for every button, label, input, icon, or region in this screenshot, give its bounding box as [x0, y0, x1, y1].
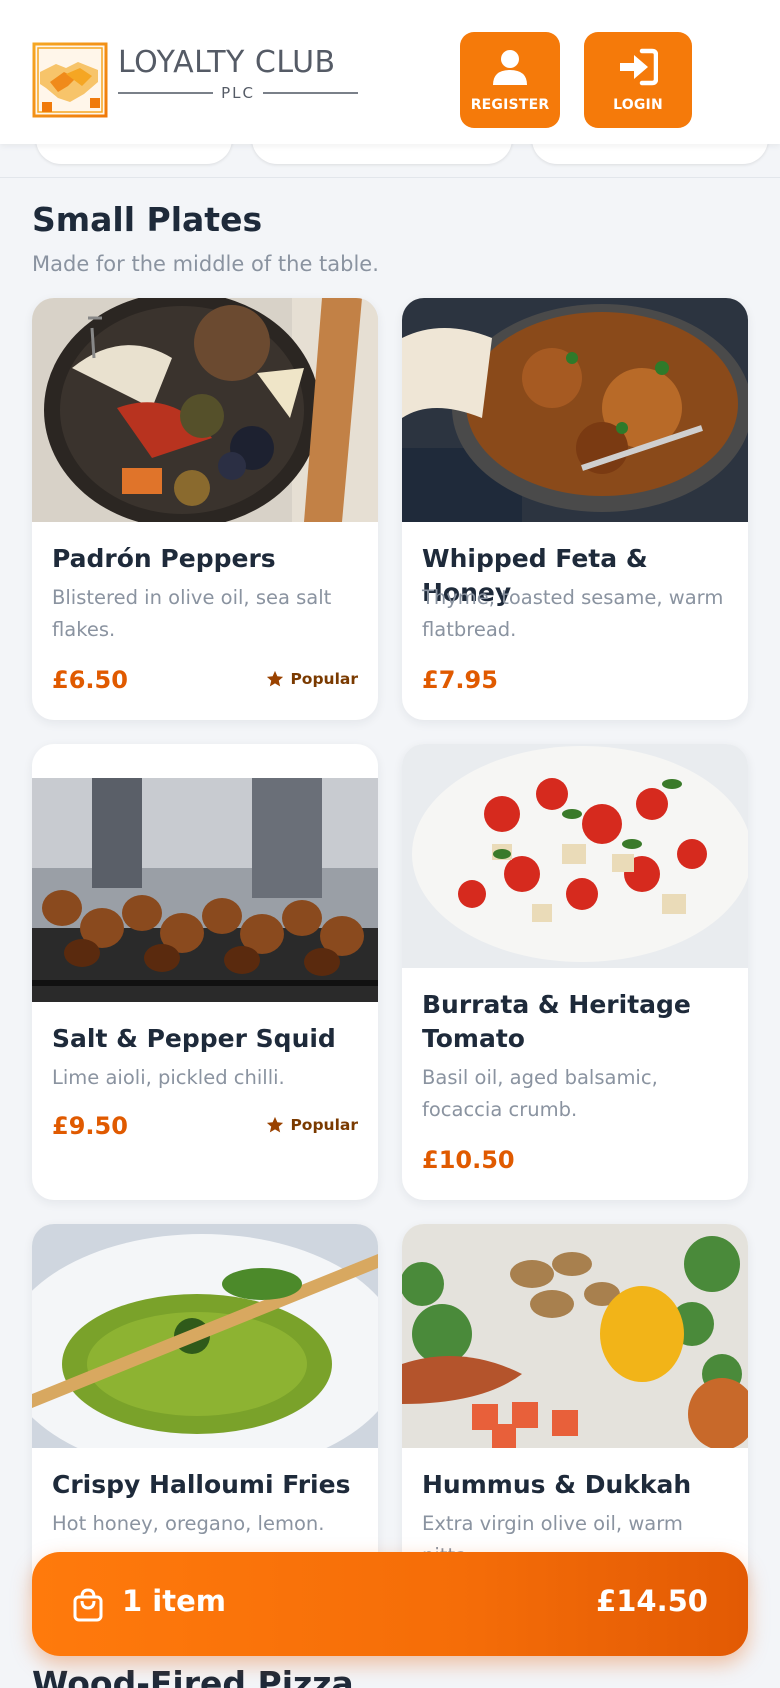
item-title: Hummus & Dukkah [422, 1470, 692, 1499]
login-label: LOGIN [613, 97, 663, 113]
item-title: Burrata & Heritage Tomato [422, 990, 691, 1053]
brand-name: LOYALTY CLUB [118, 45, 336, 80]
item-description: Hot honey, oregano, lemon. [52, 1512, 325, 1535]
cart-total: £14.50 [596, 1584, 708, 1618]
divider [262, 92, 359, 94]
brand-wordmark: LOYALTY CLUB PLC [118, 45, 359, 102]
menu-item-card[interactable]: Salt & Pepper Squid Lime aioli, pickled … [32, 744, 378, 1200]
register-button[interactable]: REGISTER [460, 32, 560, 128]
star-icon [267, 1116, 284, 1133]
user-icon [493, 50, 527, 85]
item-title: Salt & Pepper Squid [52, 1024, 336, 1053]
item-description: Thyme, toasted sesame, warm flatbread. [422, 586, 724, 641]
brand-suffix-row: PLC [118, 84, 359, 102]
item-price: £10.50 [422, 1146, 515, 1174]
popular-label: Popular [290, 670, 358, 688]
item-description: Basil oil, aged balsamic, focaccia crumb… [422, 1066, 658, 1121]
item-description: Lime aioli, pickled chilli. [52, 1066, 285, 1089]
menu-item-card[interactable]: Crispy Halloumi Fries Hot honey, oregano… [32, 1224, 378, 1604]
category-chip[interactable] [36, 144, 232, 164]
vegetables-image [402, 1224, 748, 1448]
tomato-salad-image [402, 744, 748, 968]
divider [118, 92, 214, 94]
section-subtitle: Made for the middle of the table. [32, 252, 379, 276]
popular-label: Popular [290, 1116, 358, 1134]
menu-item-card[interactable]: Whipped Feta & Honey Thyme, toasted sesa… [402, 298, 748, 720]
cart-item-count: 1 item [122, 1584, 226, 1618]
popular-badge: Popular [266, 670, 358, 688]
curry-pan-image [402, 298, 748, 522]
popular-badge: Popular [266, 1116, 358, 1134]
login-button[interactable]: LOGIN [584, 32, 692, 128]
section-title: Small Plates [32, 200, 263, 239]
item-price: £9.50 [52, 1112, 128, 1140]
grilled-skewers-image [32, 778, 378, 1002]
menu-item-card[interactable]: Padrón Peppers Blistered in olive oil, s… [32, 298, 378, 720]
item-title: Crispy Halloumi Fries [52, 1470, 351, 1499]
star-icon [267, 670, 284, 687]
category-chip[interactable] [252, 144, 512, 164]
login-arrow-icon [620, 48, 658, 86]
register-label: REGISTER [470, 97, 550, 113]
app-header: LOYALTY CLUB PLC REGISTER LOGIN [0, 0, 780, 144]
shopping-bag-icon [73, 1588, 103, 1622]
item-price: £7.95 [422, 666, 498, 694]
section-title: Wood-Fired Pizza [32, 1664, 354, 1688]
handshake-logo-icon[interactable] [32, 42, 108, 118]
category-chip-bar [0, 144, 780, 178]
menu-item-card[interactable]: Hummus & Dukkah Extra virgin olive oil, … [402, 1224, 748, 1604]
item-title: Padrón Peppers [52, 544, 276, 573]
category-chip[interactable] [532, 144, 768, 164]
menu-item-card[interactable]: Burrata & Heritage Tomato Basil oil, age… [402, 744, 748, 1200]
view-cart-button[interactable]: 1 item £14.50 [32, 1552, 748, 1656]
green-soup-image [32, 1224, 378, 1448]
charcuterie-board-image [32, 298, 378, 522]
item-price: £6.50 [52, 666, 128, 694]
brand-suffix: PLC [221, 84, 255, 102]
item-description: Blistered in olive oil, sea salt flakes. [52, 586, 332, 641]
